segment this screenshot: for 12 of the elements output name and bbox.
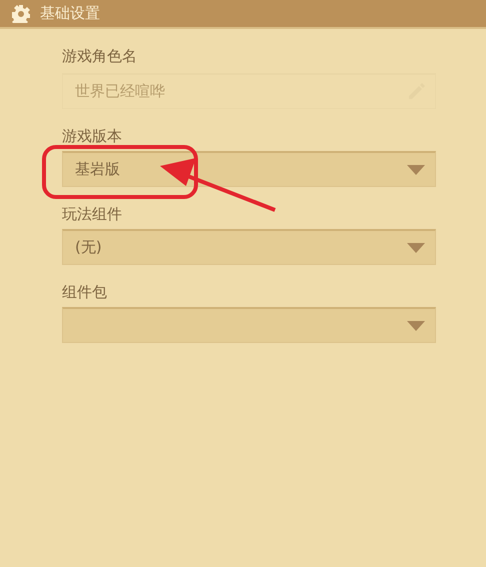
field-label: 组件包 <box>62 282 107 303</box>
dropdown[interactable] <box>62 307 436 343</box>
dropdown[interactable]: (无) <box>62 229 436 265</box>
caret-icon <box>407 242 425 252</box>
field-label: 游戏角色名 <box>62 46 137 67</box>
field-label: 游戏版本 <box>62 126 122 147</box>
header-title: 基础设置 <box>40 4 100 23</box>
settings-icon <box>12 4 30 22</box>
caret-icon <box>407 320 425 330</box>
field-label: 玩法组件 <box>62 204 122 225</box>
dropdown[interactable]: 基岩版 <box>62 151 436 187</box>
caret-icon <box>407 164 425 174</box>
